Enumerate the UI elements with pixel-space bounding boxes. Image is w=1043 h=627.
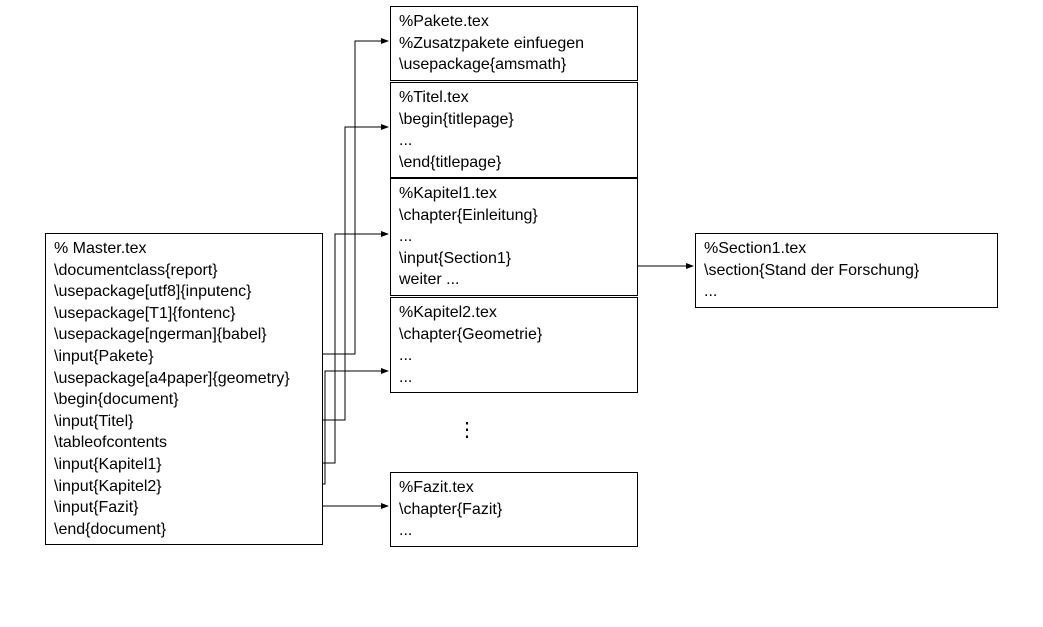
code-line: ... — [399, 130, 629, 152]
code-line: %Pakete.tex — [399, 11, 629, 33]
code-line: \end{titlepage} — [399, 152, 629, 174]
code-line: \tableofcontents — [54, 432, 314, 454]
code-line: \input{Kapitel1} — [54, 454, 314, 476]
code-line: ... — [399, 367, 629, 389]
code-line: ... — [704, 281, 989, 303]
code-line: \chapter{Geometrie} — [399, 324, 629, 346]
code-line: %Zusatzpakete einfuegen — [399, 33, 629, 55]
code-line: %Titel.tex — [399, 87, 629, 109]
code-line: \begin{document} — [54, 389, 314, 411]
master-box: % Master.tex \documentclass{report} \use… — [45, 233, 323, 545]
code-line: \chapter{Einleitung} — [399, 205, 629, 227]
section1-box: %Section1.tex \section{Stand der Forschu… — [695, 233, 998, 308]
code-line: \section{Stand der Forschung} — [704, 260, 989, 282]
code-line: \documentclass{report} — [54, 260, 314, 282]
code-line: \usepackage[a4paper]{geometry} — [54, 368, 314, 390]
code-line: %Kapitel2.tex — [399, 302, 629, 324]
code-line: \chapter{Fazit} — [399, 499, 629, 521]
titel-box: %Titel.tex \begin{titlepage} ... \end{ti… — [390, 82, 638, 178]
vertical-dots: ⋮ — [457, 420, 477, 440]
code-line: % Master.tex — [54, 238, 314, 260]
code-line: ... — [399, 226, 629, 248]
kapitel1-box: %Kapitel1.tex \chapter{Einleitung} ... \… — [390, 178, 638, 296]
code-line: %Section1.tex — [704, 238, 989, 260]
code-line: \begin{titlepage} — [399, 109, 629, 131]
code-line: \usepackage[utf8]{inputenc} — [54, 281, 314, 303]
code-line: ... — [399, 345, 629, 367]
code-line: \input{Fazit} — [54, 497, 314, 519]
code-line: ... — [399, 520, 629, 542]
code-line: \usepackage[ngerman]{babel} — [54, 324, 314, 346]
code-line: \input{Pakete} — [54, 346, 314, 368]
code-line: \usepackage{amsmath} — [399, 54, 629, 76]
code-line: weiter ... — [399, 269, 629, 291]
code-line: \input{Kapitel2} — [54, 476, 314, 498]
code-line: \end{document} — [54, 519, 314, 541]
code-line: \input{Section1} — [399, 248, 629, 270]
kapitel2-box: %Kapitel2.tex \chapter{Geometrie} ... ..… — [390, 297, 638, 393]
pakete-box: %Pakete.tex %Zusatzpakete einfuegen \use… — [390, 6, 638, 81]
code-line: %Kapitel1.tex — [399, 183, 629, 205]
code-line: \usepackage[T1]{fontenc} — [54, 303, 314, 325]
fazit-box: %Fazit.tex \chapter{Fazit} ... — [390, 472, 638, 547]
code-line: %Fazit.tex — [399, 477, 629, 499]
code-line: \input{Titel} — [54, 411, 314, 433]
